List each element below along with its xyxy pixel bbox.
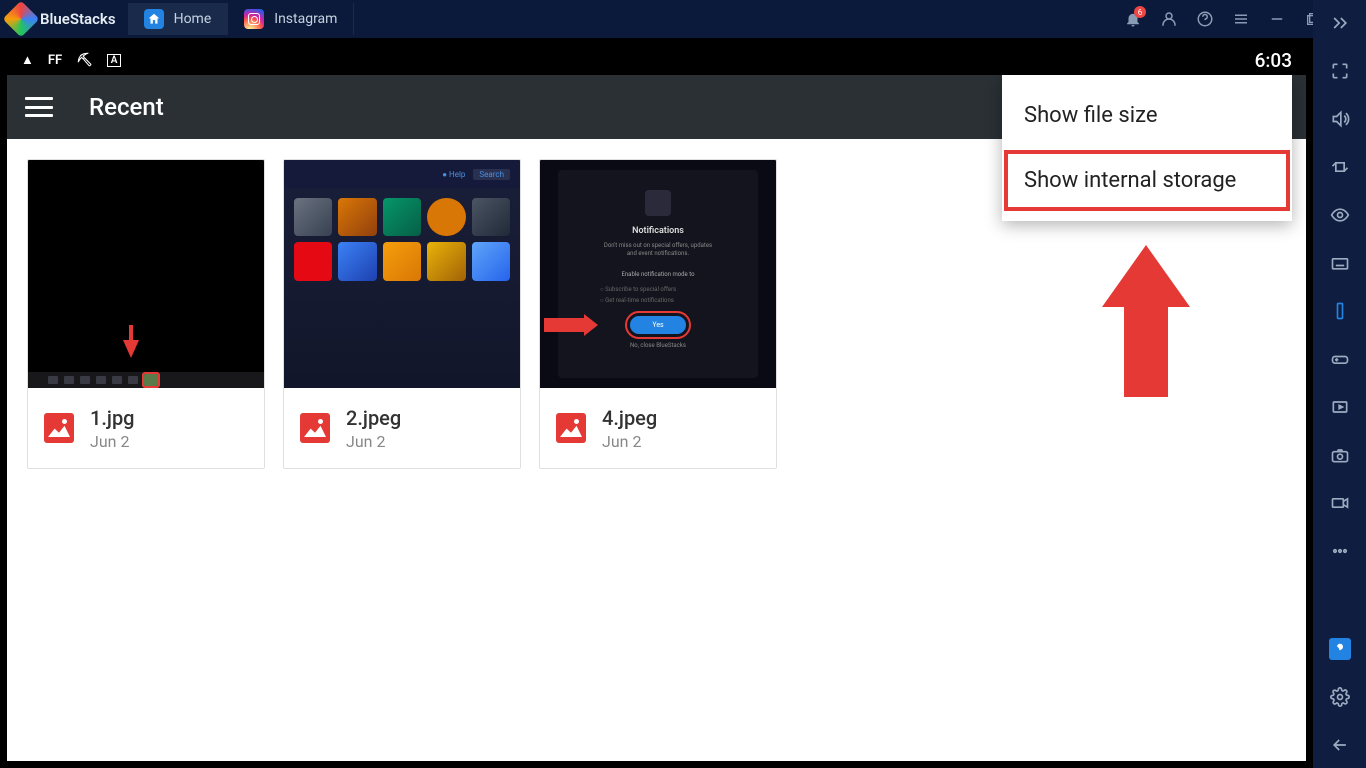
menu-item-show-internal-storage[interactable]: Show internal storage (1002, 148, 1292, 213)
settings-icon[interactable] (1329, 686, 1351, 708)
device-icon[interactable] (1329, 300, 1351, 322)
file-thumbnail (28, 160, 264, 388)
camera-icon[interactable] (1329, 444, 1351, 466)
image-file-icon (300, 413, 330, 443)
options-dropdown: Show file size Show internal storage (1002, 75, 1292, 221)
status-time: 6:03 (1255, 49, 1292, 72)
image-file-icon (556, 413, 586, 443)
account-icon[interactable] (1160, 10, 1178, 28)
hamburger-icon[interactable] (25, 97, 53, 117)
image-file-icon (44, 413, 74, 443)
a-icon: A (107, 54, 122, 67)
tab-label: Home (174, 11, 212, 27)
file-date: Jun 2 (346, 432, 401, 451)
notification-badge: 6 (1134, 6, 1146, 18)
instagram-icon (244, 9, 264, 29)
android-area: ▲ FF ⛏ A 6:03 Recent 1.jpg (7, 45, 1306, 761)
tab-home[interactable]: Home (128, 3, 229, 35)
gamepad-icon[interactable] (1329, 348, 1351, 370)
brand-label: BlueStacks (40, 10, 116, 28)
main-viewport: ▲ FF ⛏ A 6:03 Recent 1.jpg (0, 38, 1313, 768)
help-sidebar-icon[interactable] (1329, 638, 1351, 660)
android-status-bar: ▲ FF ⛏ A 6:03 (7, 45, 1306, 75)
menu-icon[interactable] (1232, 10, 1250, 28)
ff-icon: FF (48, 53, 62, 68)
bluestacks-logo-icon (3, 1, 40, 38)
file-name: 4.jpeg (602, 406, 657, 430)
file-thumbnail: ● HelpSearch (284, 160, 520, 388)
help-icon[interactable] (1196, 10, 1214, 28)
volume-icon[interactable] (1329, 108, 1351, 130)
back-icon[interactable] (1329, 734, 1351, 756)
file-name: 2.jpeg (346, 406, 401, 430)
collapse-sidebar-icon[interactable] (1329, 12, 1351, 34)
page-title: Recent (89, 93, 164, 121)
notifications-icon[interactable]: 6 (1124, 10, 1142, 28)
tab-instagram[interactable]: Instagram (228, 3, 354, 35)
tab-label: Instagram (274, 11, 337, 27)
file-date: Jun 2 (602, 432, 657, 451)
record-icon[interactable] (1329, 492, 1351, 514)
warning-icon: ▲ (21, 52, 34, 68)
minimize-icon[interactable] (1268, 10, 1286, 28)
file-date: Jun 2 (90, 432, 135, 451)
file-card[interactable]: ● HelpSearch 2.jpeg Jun 2 (283, 159, 521, 469)
more-icon[interactable] (1329, 540, 1351, 562)
menu-item-show-file-size[interactable]: Show file size (1002, 83, 1292, 148)
right-sidebar (1313, 0, 1366, 768)
eye-icon[interactable] (1329, 204, 1351, 226)
location-icon[interactable] (1329, 156, 1351, 178)
status-icons: ▲ FF ⛏ A (21, 52, 121, 68)
media-icon[interactable] (1329, 396, 1351, 418)
annotation-arrow-icon (1102, 245, 1190, 397)
titlebar: BlueStacks Home Instagram 6 (0, 0, 1366, 38)
tool-icon: ⛏ (76, 53, 93, 68)
file-thumbnail: Notifications Don't miss out on special … (540, 160, 776, 388)
file-card[interactable]: 1.jpg Jun 2 (27, 159, 265, 469)
home-icon (144, 9, 164, 29)
file-name: 1.jpg (90, 406, 135, 430)
fullscreen-icon[interactable] (1329, 60, 1351, 82)
keyboard-icon[interactable] (1329, 252, 1351, 274)
file-card[interactable]: Notifications Don't miss out on special … (539, 159, 777, 469)
